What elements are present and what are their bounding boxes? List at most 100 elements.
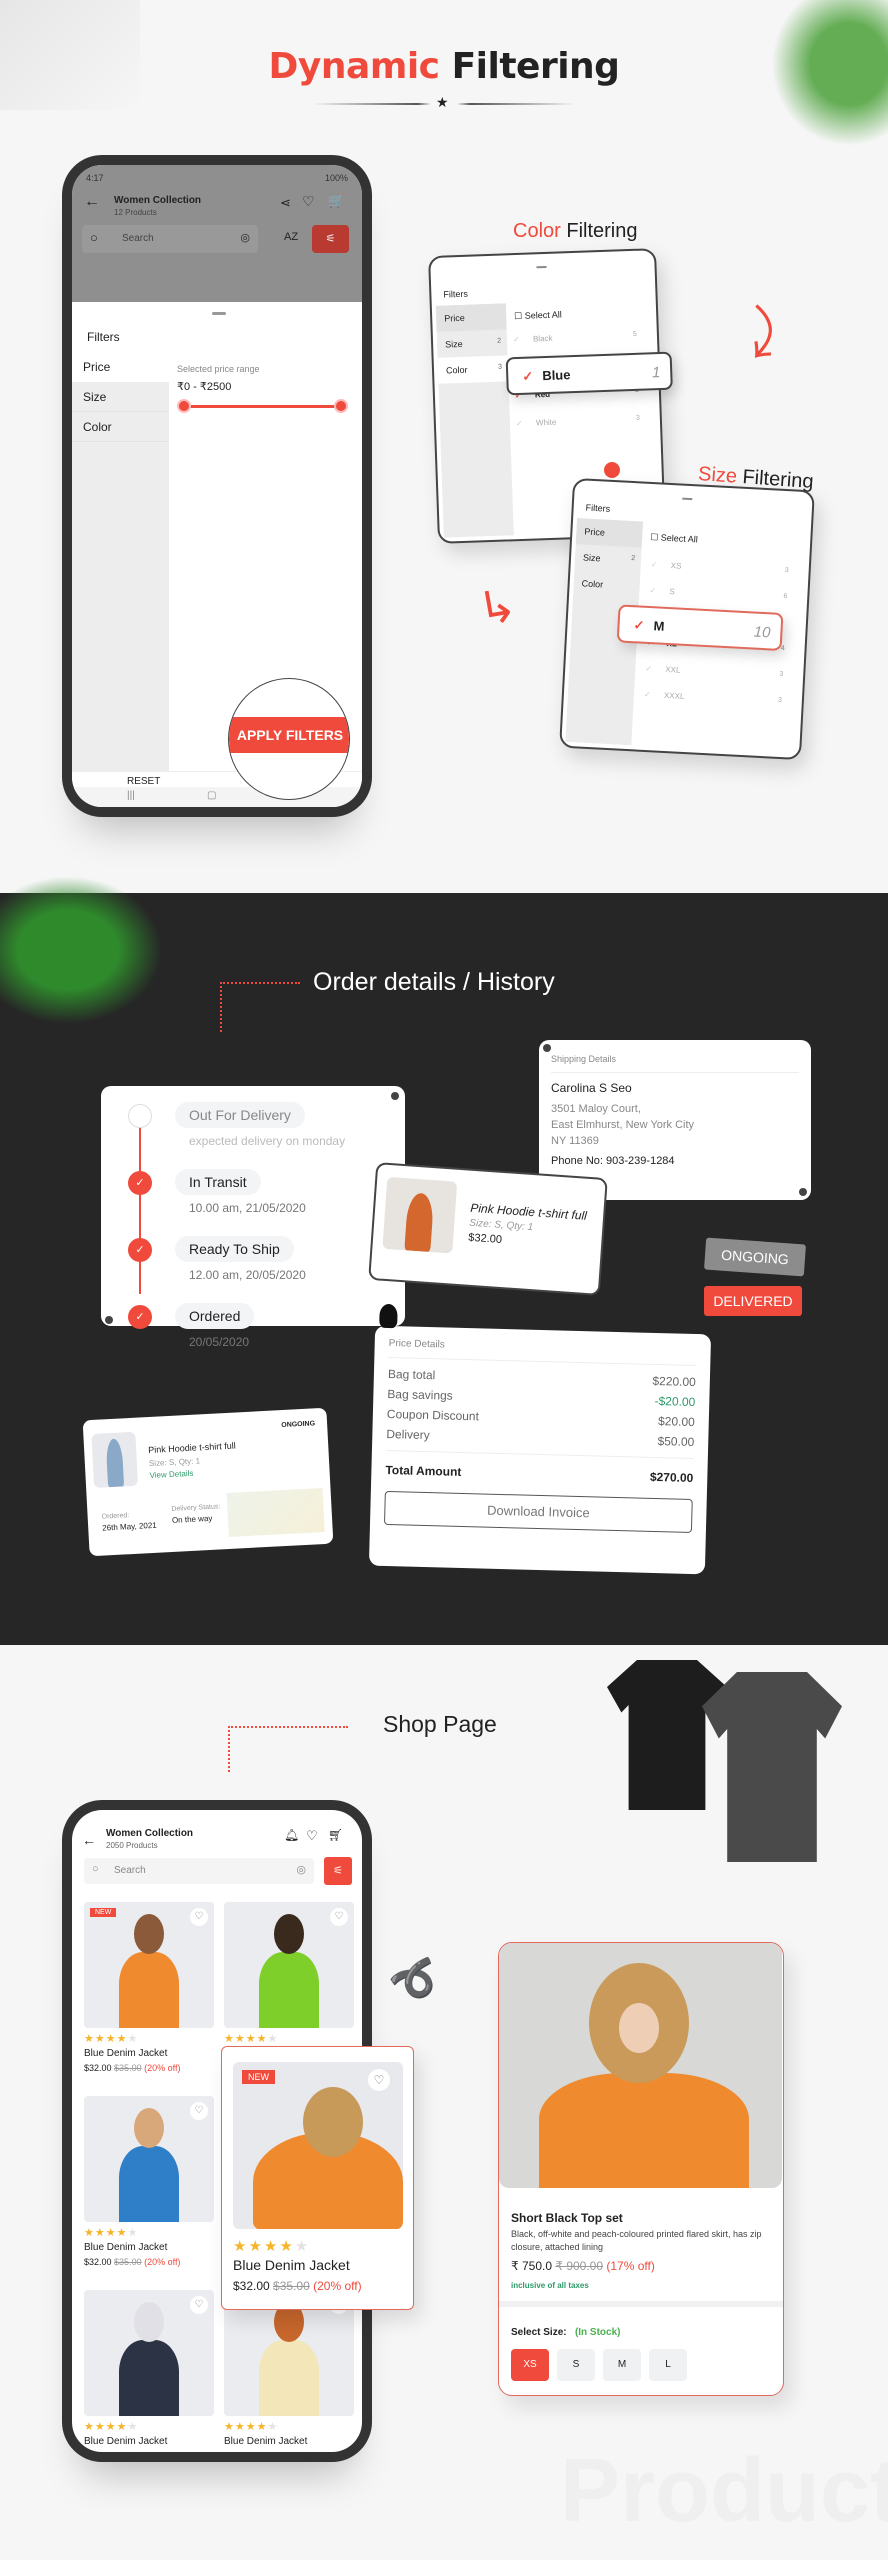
drag-handle[interactable]: [212, 312, 226, 315]
heart-icon[interactable]: ♡: [306, 1828, 318, 1844]
filter-option-black[interactable]: ✓ Black 5: [513, 330, 648, 355]
product-card[interactable]: NEW ♡ ★★★★★ Blue Denim Jacket $32.00 $35.00 …: [84, 1902, 214, 2092]
product-figure: [259, 1952, 319, 2028]
product-name: Blue Denim Jacket: [84, 2048, 168, 2059]
product-price: $32.00 $35.00 (20% off): [84, 2257, 180, 2267]
camera-icon: ◎: [296, 1864, 306, 1876]
timeline-detail: 20/05/2020: [189, 1335, 250, 1349]
price-details-card: Price Details Bag total $220.00 Bag saving…: [368, 1303, 712, 1575]
curved-arrow-icon: ↳: [473, 578, 521, 636]
select-all-checkbox[interactable]: ☐ Select All: [650, 532, 698, 545]
download-invoice-button[interactable]: Download Invoice: [383, 1490, 693, 1534]
shipping-phone: Phone No: 903-239-1284: [551, 1155, 675, 1167]
back-arrow-icon[interactable]: ←: [82, 1832, 96, 1848]
option-count: 10: [753, 623, 771, 642]
order-summary-card[interactable]: ONGOING Pink Hoodie t-shirt full Size: S…: [82, 1407, 334, 1557]
filter-option-blue[interactable]: ✓ Blue 1: [505, 351, 673, 396]
slider-max-handle[interactable]: [334, 399, 348, 413]
option-count: 3: [777, 696, 783, 705]
filter-button[interactable]: ⚟: [312, 225, 349, 253]
bell-icon[interactable]: 🔔︎: [284, 1828, 299, 1842]
filter-category-price[interactable]: Price: [72, 352, 169, 382]
product-card[interactable]: ♡ ★★★★★ Blue Denim Jacket $32.00 $35.00 (20…: [84, 2096, 214, 2286]
size-option-m[interactable]: M: [603, 2349, 641, 2381]
heart-icon[interactable]: ♡: [302, 193, 315, 210]
product-card[interactable]: ♡★★★★★Blue Denim Jacket: [84, 2290, 214, 2452]
wishlist-heart-icon[interactable]: ♡: [190, 2102, 208, 2120]
timeline-detail: 10.00 am, 21/05/2020: [189, 1201, 306, 1215]
collection-title: Women Collection: [114, 195, 202, 206]
leaf-decoration: [758, 0, 888, 160]
wishlist-heart-icon[interactable]: ♡: [330, 1908, 348, 1926]
option-count: 5: [632, 330, 638, 338]
share-icon[interactable]: ⋖: [280, 195, 291, 211]
filter-category-price[interactable]: Price: [575, 518, 644, 548]
search-icon: ○: [90, 230, 98, 245]
slider-min-handle[interactable]: [177, 399, 191, 413]
curved-arrow-icon: ⤵: [724, 300, 794, 370]
filter-category-price[interactable]: Price: [435, 303, 507, 332]
filter-category-color[interactable]: Color: [573, 570, 640, 599]
price-range-label: Selected price range: [177, 364, 260, 374]
total-amount: $270.00: [649, 1469, 694, 1486]
wishlist-heart-icon[interactable]: ♡: [190, 1908, 208, 1926]
filter-option-xxxl[interactable]: ✓ XXXL 3: [643, 690, 792, 718]
filter-option-xs[interactable]: ✓ XS 3: [650, 560, 799, 588]
option-label: XXXL: [663, 690, 685, 701]
size-option-xs[interactable]: XS: [511, 2349, 549, 2381]
delivered-badge: DELIVERED: [704, 1286, 802, 1316]
old-price: $35.00: [114, 2257, 142, 2267]
filter-option-m[interactable]: ✓ M 10: [616, 604, 784, 651]
price-value: $220.00: [652, 1373, 697, 1390]
product-card[interactable]: ♡★★★★★Blue Denim Jacket: [224, 2290, 354, 2452]
product-figure: [274, 1914, 304, 1954]
cart-icon[interactable]: 🛒︎: [328, 1828, 343, 1842]
sort-button[interactable]: AZ: [284, 231, 298, 243]
order-section-title: Order details / History: [313, 968, 555, 996]
option-count: 3: [635, 414, 640, 422]
check-circle-icon: ✓: [128, 1171, 152, 1195]
filter-category-size[interactable]: Size 2: [437, 329, 508, 357]
order-item-card: Pink Hoodie t-shirt full Size: S, Qty: 1…: [368, 1162, 608, 1296]
wishlist-heart-icon[interactable]: ♡: [190, 2296, 208, 2314]
price-value: $20.00: [657, 1414, 695, 1430]
back-arrow-icon[interactable]: ←: [84, 193, 100, 211]
filter-category-color[interactable]: Color 3: [437, 355, 509, 384]
tshirt-image: [702, 1672, 842, 1862]
product-popup-card[interactable]: NEW ♡ ★★★★★ Blue Denim Jacket $32.00 $35…: [221, 2046, 414, 2310]
color-filtering-label: Color Filtering: [513, 220, 638, 242]
tshirt-image: [607, 1660, 727, 1810]
search-input[interactable]: ○ Search ◎: [84, 1858, 314, 1884]
search-input[interactable]: ○ Search ◎: [82, 225, 258, 253]
product-price: $32.00 $35.00 (20% off): [84, 2063, 180, 2073]
price-value: $50.00: [657, 1434, 695, 1450]
select-all-checkbox[interactable]: ☐ Select All: [514, 309, 562, 322]
size-option-l[interactable]: L: [649, 2349, 687, 2381]
category-label: Price: [584, 526, 606, 538]
filter-category-size[interactable]: Size: [72, 382, 169, 412]
filter-button[interactable]: ⚟: [324, 1857, 352, 1885]
apply-filters-button[interactable]: APPLY FILTERS: [229, 717, 349, 753]
timeline-status: Out For Delivery: [175, 1102, 305, 1128]
rating-stars: ★★★★★: [224, 2033, 279, 2045]
camera-icon[interactable]: ◎: [240, 231, 250, 244]
category-label: Size: [444, 338, 463, 350]
unchecked-icon: ✓: [645, 663, 653, 674]
product-image: [499, 1943, 782, 2188]
option-count: 6: [783, 593, 788, 601]
price-label: Coupon Discount: [386, 1406, 480, 1424]
view-details-link[interactable]: View Details: [149, 1469, 193, 1480]
cart-icon[interactable]: 🛒: [328, 193, 344, 209]
filter-option-xxl[interactable]: ✓ XXL 3: [645, 664, 794, 692]
reset-button[interactable]: RESET: [127, 776, 160, 787]
category-label: Price: [444, 312, 465, 324]
filter-option-white[interactable]: ✓ White 3: [516, 414, 651, 439]
price-slider[interactable]: [184, 405, 341, 408]
discount: (20% off): [144, 2063, 181, 2073]
search-icon: ○: [92, 1863, 99, 1875]
filter-category-color[interactable]: Color: [72, 412, 169, 442]
size-option-s[interactable]: S: [557, 2349, 595, 2381]
filter-category-size[interactable]: Size 2: [574, 544, 641, 573]
wishlist-heart-icon[interactable]: ♡: [368, 2069, 390, 2091]
order-timeline-card: Out For Delivery expected delivery on mon…: [101, 1086, 405, 1349]
